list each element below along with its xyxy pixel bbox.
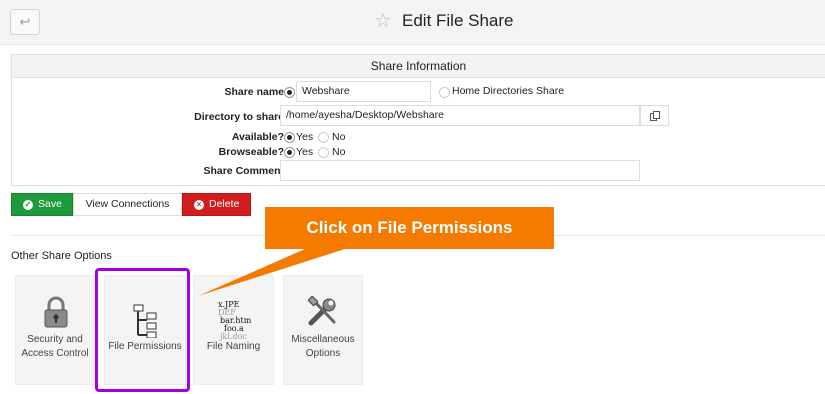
security-access-control-option[interactable]: Security and Access Control bbox=[15, 275, 95, 385]
browseable-no-radio[interactable] bbox=[318, 147, 329, 158]
security-label-line1: Security and bbox=[27, 334, 83, 345]
view-connections-button[interactable]: View Connections bbox=[73, 193, 182, 216]
directory-row: Directory to share /home/ayesha/Desktop/… bbox=[12, 105, 825, 127]
file-permissions-highlight bbox=[95, 268, 190, 392]
callout-box: Click on File Permissions bbox=[265, 207, 554, 249]
browseable-label: Browseable? bbox=[218, 146, 284, 158]
file-naming-icon: x.JPE DEF bar.htm foo.a jkl.doc bbox=[218, 301, 254, 341]
browseable-yes-radio[interactable] bbox=[284, 147, 295, 158]
star-icon[interactable]: ☆ bbox=[374, 8, 392, 33]
delete-icon: × bbox=[194, 200, 204, 210]
available-yes-radio[interactable] bbox=[284, 132, 295, 143]
file-chooser-button[interactable] bbox=[640, 105, 669, 126]
check-icon: ✓ bbox=[23, 200, 33, 210]
comment-input[interactable] bbox=[280, 160, 640, 181]
available-no-label: No bbox=[332, 131, 346, 143]
available-no-radio[interactable] bbox=[318, 132, 329, 143]
share-name-label: Share name bbox=[224, 86, 284, 98]
security-label-line2: Access Control bbox=[21, 348, 89, 359]
lock-icon bbox=[44, 296, 68, 328]
panel-title: Share Information bbox=[12, 55, 825, 78]
share-information-panel: Share Information Share name Webshare Ho… bbox=[11, 54, 825, 186]
delete-button[interactable]: × Delete bbox=[182, 193, 251, 216]
file-naming-label: File Naming bbox=[206, 341, 261, 352]
miscellaneous-options-option[interactable]: Miscellaneous Options bbox=[283, 275, 363, 385]
delete-label: Delete bbox=[209, 198, 240, 210]
return-arrow-icon: ↩ bbox=[19, 14, 31, 29]
browseable-row: Browseable? Yes No bbox=[12, 146, 825, 160]
copy-icon bbox=[649, 111, 660, 121]
other-share-options-title: Other Share Options bbox=[11, 250, 112, 262]
save-button[interactable]: ✓ Save bbox=[11, 193, 73, 216]
home-directories-label: Home Directories Share bbox=[452, 85, 565, 97]
comment-label: Share Comment bbox=[203, 165, 284, 177]
tools-icon bbox=[307, 296, 336, 326]
available-label: Available? bbox=[231, 131, 284, 143]
page-title: Edit File Share bbox=[402, 11, 514, 30]
file-naming-option[interactable]: x.JPE DEF bar.htm foo.a jkl.doc File Nam… bbox=[193, 275, 274, 385]
share-name-input[interactable]: Webshare bbox=[296, 81, 431, 102]
browseable-yes-label: Yes bbox=[296, 146, 314, 158]
available-yes-label: Yes bbox=[296, 131, 314, 143]
available-row: Available? Yes No bbox=[12, 131, 825, 145]
top-bar: ↩ ☆ Edit File Share bbox=[0, 0, 825, 45]
browseable-no-label: No bbox=[332, 146, 346, 158]
comment-row: Share Comment bbox=[12, 160, 825, 182]
share-name-radio[interactable] bbox=[284, 87, 295, 98]
misc-label-line1: Miscellaneous bbox=[291, 334, 355, 345]
home-directories-radio[interactable] bbox=[439, 87, 450, 98]
share-name-row: Share name Webshare Home Directories Sha… bbox=[12, 81, 825, 103]
save-label: Save bbox=[38, 198, 62, 210]
back-button[interactable]: ↩ bbox=[10, 9, 40, 35]
directory-input[interactable]: /home/ayesha/Desktop/Webshare bbox=[280, 105, 640, 126]
misc-label-line2: Options bbox=[305, 348, 341, 359]
directory-label: Directory to share bbox=[194, 111, 284, 123]
